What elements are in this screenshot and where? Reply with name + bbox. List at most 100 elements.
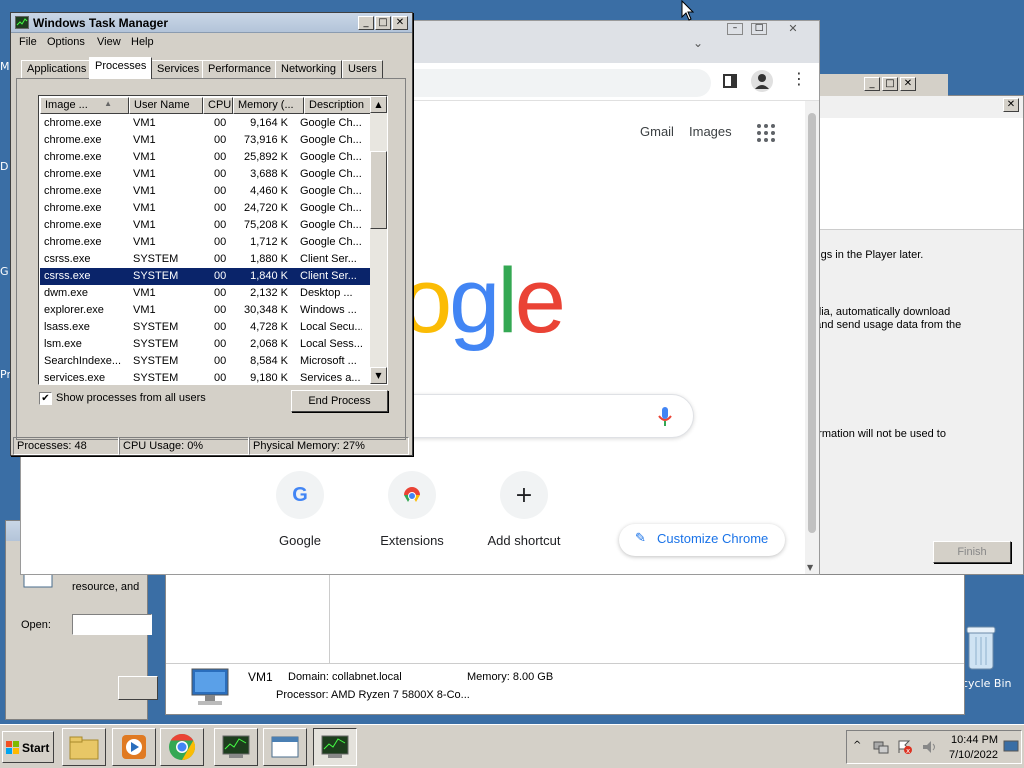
table-cell-cpu: 00 <box>214 304 227 316</box>
tab-performance[interactable]: Performance <box>202 60 277 78</box>
table-row[interactable]: chrome.exe VM1 00 75,208 K Google Ch... <box>40 217 371 234</box>
table-row[interactable]: chrome.exe VM1 00 9,164 K Google Ch... <box>40 115 371 132</box>
table-cell-image: chrome.exe <box>44 219 102 231</box>
taskbar-explorer-button[interactable] <box>62 728 106 766</box>
menu-view[interactable]: View <box>97 36 121 48</box>
table-cell-memory: 8,584 K <box>250 355 288 367</box>
table-row[interactable]: services.exe SYSTEM 00 9,180 K Services a... <box>40 370 371 384</box>
run-ok-button[interactable] <box>118 676 158 700</box>
shortcut-extensions[interactable]: Extensions <box>362 471 462 548</box>
scroll-thumb[interactable] <box>370 151 387 229</box>
wizard-close-button[interactable]: ✕ <box>1003 98 1019 112</box>
tab-applications[interactable]: Applications <box>21 60 93 78</box>
table-row[interactable]: SearchIndexe... SYSTEM 00 8,584 K Microsoft … <box>40 353 371 370</box>
close-button[interactable]: ✕ <box>900 77 916 91</box>
scroll-up-arrow[interactable]: ▲ <box>370 96 387 113</box>
shortcut-add[interactable]: + Add shortcut <box>474 471 574 548</box>
table-cell-description: Client Ser... <box>300 253 357 265</box>
chrome-maximize-button[interactable]: □ <box>751 23 767 35</box>
wizard-text-line: , and send usage data from the <box>809 319 962 331</box>
status-processes: Processes: 48 <box>13 437 119 455</box>
table-row[interactable]: csrss.exe SYSTEM 00 1,840 K Client Ser... <box>40 268 371 285</box>
chrome-scroll-thumb[interactable] <box>808 113 816 533</box>
google-apps-icon[interactable] <box>757 124 775 142</box>
shortcut-label: Add shortcut <box>487 533 561 548</box>
table-row[interactable]: chrome.exe VM1 00 24,720 K Google Ch... <box>40 200 371 217</box>
chrome-scrollbar[interactable]: ▼ <box>805 101 819 574</box>
microphone-icon[interactable] <box>658 407 672 427</box>
chrome-minimize-button[interactable]: – <box>727 23 743 35</box>
clock-date[interactable]: 7/10/2022 <box>949 749 998 761</box>
menu-options[interactable]: Options <box>47 36 85 48</box>
table-row[interactable]: explorer.exe VM1 00 30,348 K Windows ... <box>40 302 371 319</box>
table-row[interactable]: lsm.exe SYSTEM 00 2,068 K Local Sess... <box>40 336 371 353</box>
tab-services[interactable]: Services <box>151 60 206 78</box>
table-row[interactable]: chrome.exe VM1 00 3,688 K Google Ch... <box>40 166 371 183</box>
scroll-down-arrow[interactable]: ▼ <box>807 563 813 572</box>
tab-networking[interactable]: Networking <box>275 60 343 78</box>
minimize-button[interactable]: _ <box>864 77 880 91</box>
table-row[interactable]: dwm.exe VM1 00 2,132 K Desktop ... <box>40 285 371 302</box>
table-cell-user: VM1 <box>133 151 156 163</box>
finish-button[interactable]: Finish <box>933 541 1011 563</box>
recycle-bin[interactable]: cycle Bin <box>960 625 1024 695</box>
scroll-down-arrow[interactable]: ▼ <box>370 367 387 384</box>
table-row[interactable]: csrss.exe SYSTEM 00 1,880 K Client Ser... <box>40 251 371 268</box>
profile-icon[interactable] <box>751 70 773 92</box>
table-row[interactable]: chrome.exe VM1 00 25,892 K Google Ch... <box>40 149 371 166</box>
menu-file[interactable]: File <box>19 36 37 48</box>
taskbar-window-button[interactable] <box>263 728 307 766</box>
taskbar-task-manager-button[interactable] <box>214 728 258 766</box>
menu-help[interactable]: Help <box>131 36 154 48</box>
action-center-icon[interactable]: x <box>897 739 913 755</box>
taskbar-task-manager-active-button[interactable] <box>313 728 357 766</box>
table-cell-user: SYSTEM <box>133 321 179 333</box>
media-player-icon <box>122 735 146 759</box>
tab-users[interactable]: Users <box>342 60 383 78</box>
shortcut-google[interactable]: G Google <box>250 471 350 548</box>
column-header-cpu[interactable]: CPU <box>203 97 233 114</box>
column-header-memory[interactable]: Memory (... <box>233 97 304 114</box>
maximize-button[interactable]: □ <box>882 77 898 91</box>
open-input[interactable] <box>72 614 152 635</box>
taskbar-media-player-button[interactable] <box>112 728 156 766</box>
column-header-description[interactable]: Description <box>304 97 372 114</box>
start-button[interactable]: Start <box>2 731 54 763</box>
taskbar-chrome-button[interactable] <box>160 728 204 766</box>
table-cell-image: dwm.exe <box>44 287 89 299</box>
minimize-button[interactable]: _ <box>358 16 374 30</box>
close-button[interactable]: ✕ <box>392 16 408 30</box>
task-manager-icon <box>15 16 29 29</box>
table-row[interactable]: chrome.exe VM1 00 4,460 K Google Ch... <box>40 183 371 200</box>
column-header-image[interactable]: Image ... ▲ <box>40 97 129 114</box>
table-cell-description: Google Ch... <box>300 202 362 214</box>
show-desktop-icon[interactable] <box>1003 740 1019 752</box>
clock-time[interactable]: 10:44 PM <box>951 734 998 746</box>
task-manager-title-bar[interactable]: Windows Task Manager _ □ ✕ <box>11 13 412 33</box>
gmail-link[interactable]: Gmail <box>640 124 674 139</box>
table-cell-description: Google Ch... <box>300 185 362 197</box>
google-logo: ogle <box>401 250 566 352</box>
chrome-close-button[interactable]: ✕ <box>783 23 803 35</box>
end-process-button[interactable]: End Process <box>291 390 388 412</box>
address-bar[interactable] <box>371 69 711 97</box>
tab-search-icon[interactable]: ⌄ <box>693 36 703 50</box>
table-row[interactable]: chrome.exe VM1 00 1,712 K Google Ch... <box>40 234 371 251</box>
volume-icon[interactable] <box>921 739 937 755</box>
google-search-box[interactable] <box>371 394 694 438</box>
table-cell-image: services.exe <box>44 372 106 384</box>
maximize-button[interactable]: □ <box>375 16 391 30</box>
show-hidden-icons-icon[interactable]: ^ <box>853 740 861 751</box>
table-row[interactable]: lsass.exe SYSTEM 00 4,728 K Local Secu... <box>40 319 371 336</box>
table-row[interactable]: chrome.exe VM1 00 73,916 K Google Ch... <box>40 132 371 149</box>
column-header-user[interactable]: User Name <box>129 97 203 114</box>
images-link[interactable]: Images <box>689 124 732 139</box>
tab-processes[interactable]: Processes <box>89 57 153 79</box>
network-icon[interactable] <box>873 739 889 755</box>
chrome-menu-icon[interactable]: ⋮ <box>791 71 807 87</box>
show-all-users-checkbox[interactable]: ✔ <box>39 392 52 405</box>
customize-chrome-button[interactable]: ✎ Customize Chrome <box>619 524 785 556</box>
side-panel-icon[interactable] <box>723 74 737 88</box>
desktop-icon-fragment: G <box>0 265 9 278</box>
process-list-scrollbar[interactable]: ▲ ▼ <box>370 96 387 384</box>
